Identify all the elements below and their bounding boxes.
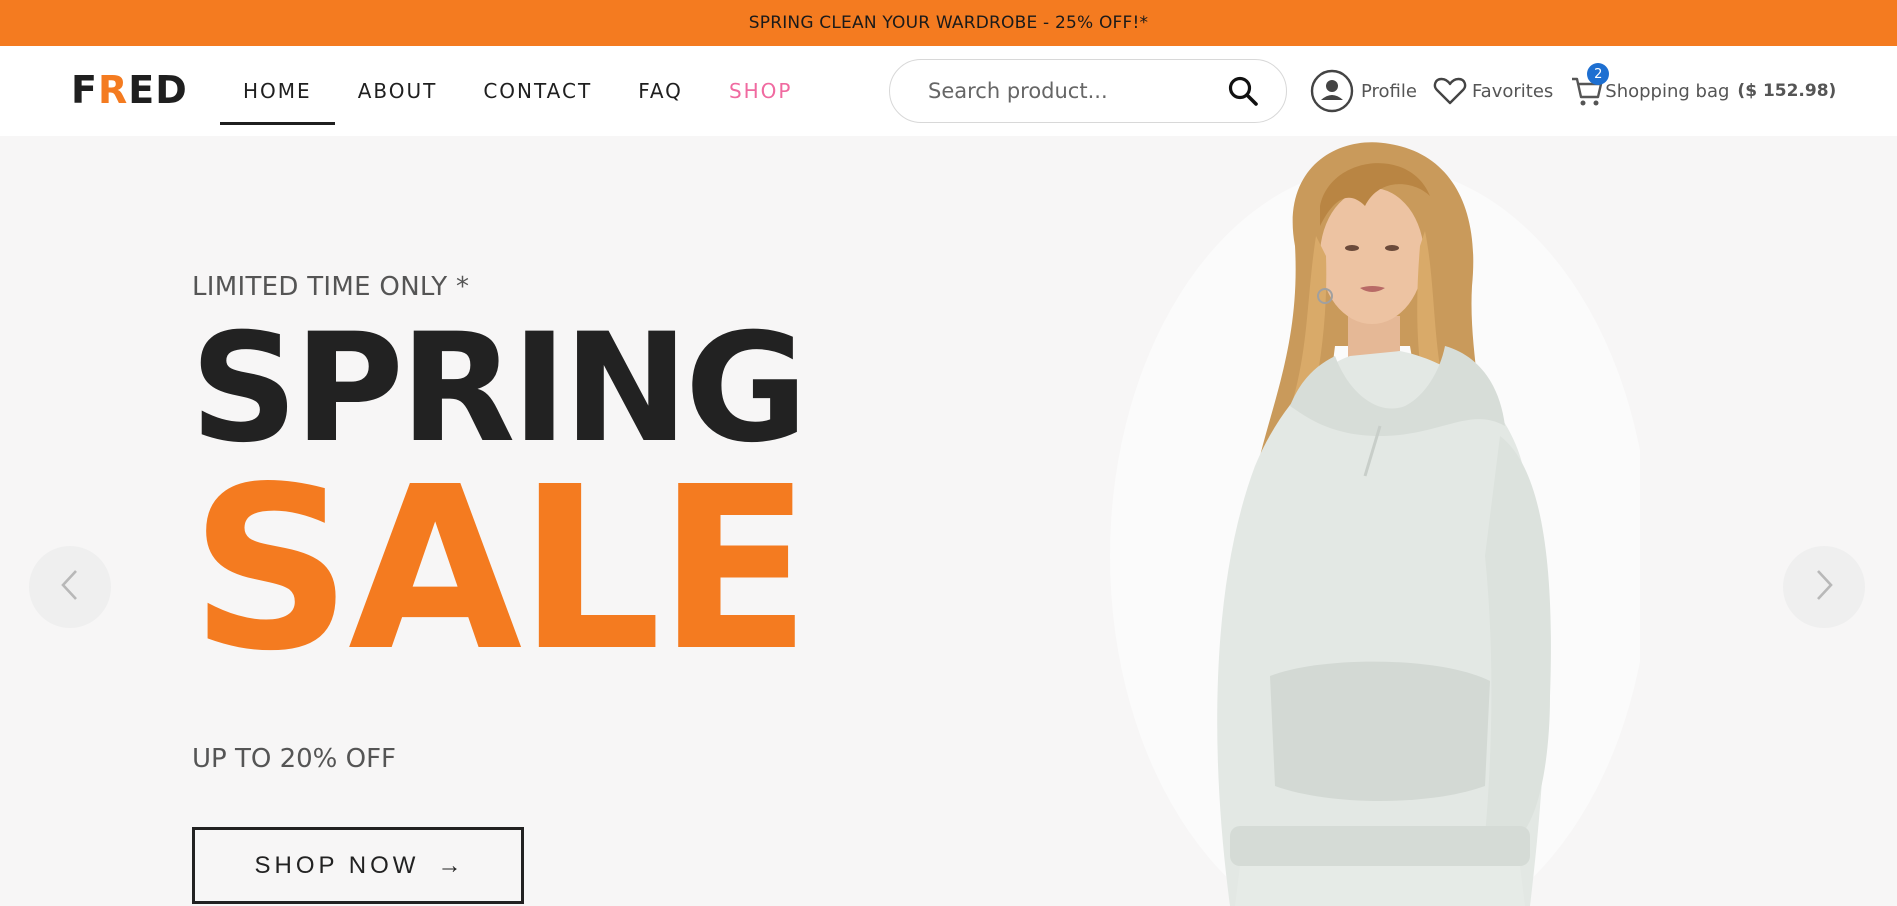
cart-icon: 2	[1569, 63, 1610, 109]
hero-banner: LIMITED TIME ONLY * SPRING SALE UP TO 20…	[0, 136, 1897, 906]
profile-label: Profile	[1361, 80, 1417, 102]
nav-item-about[interactable]: ABOUT	[335, 46, 461, 136]
favorites-label: Favorites	[1471, 80, 1554, 102]
chevron-left-icon	[58, 568, 82, 606]
search-icon[interactable]	[1226, 74, 1260, 108]
logo[interactable]: FRED	[71, 68, 188, 112]
hero-kicker: LIMITED TIME ONLY *	[192, 272, 470, 302]
chevron-right-icon	[1812, 568, 1836, 606]
favorites-link[interactable]: Favorites	[1433, 75, 1553, 107]
logo-part-1: F	[71, 68, 98, 112]
carousel-prev-button[interactable]	[29, 546, 111, 628]
account-links: Profile Favorites 2 Shopping bag ($ 152.…	[1310, 63, 1837, 114]
shop-now-label: SHOP NOW	[254, 851, 420, 879]
logo-part-2: R	[97, 68, 129, 112]
user-icon	[1310, 69, 1354, 113]
profile-link[interactable]: Profile	[1310, 69, 1417, 113]
nav-item-home[interactable]: HOME	[220, 46, 335, 136]
hero-headline-2: SALE	[190, 439, 811, 701]
heart-icon	[1433, 75, 1467, 107]
site-header: FRED HOME ABOUT CONTACT FAQ SHOP Profile…	[0, 46, 1897, 136]
hero-model-image	[1080, 136, 1650, 906]
nav-item-contact[interactable]: CONTACT	[460, 46, 615, 136]
main-nav: HOME ABOUT CONTACT FAQ SHOP	[220, 46, 815, 136]
logo-part-3: ED	[128, 68, 188, 112]
hero-subtext: UP TO 20% OFF	[192, 744, 397, 774]
carousel-next-button[interactable]	[1783, 546, 1865, 628]
search-box	[889, 59, 1287, 123]
promo-banner: SPRING CLEAN YOUR WARDROBE - 25% OFF!*	[0, 0, 1897, 46]
shopping-bag-label: Shopping bag	[1605, 80, 1730, 102]
bag-total: ($ 152.98)	[1737, 81, 1837, 101]
search-input[interactable]	[928, 79, 1226, 103]
shopping-bag-link[interactable]: 2 Shopping bag ($ 152.98)	[1569, 63, 1837, 109]
nav-item-shop[interactable]: SHOP	[706, 46, 816, 136]
arrow-right-icon: →	[437, 851, 462, 879]
promo-text: SPRING CLEAN YOUR WARDROBE - 25% OFF!*	[748, 13, 1149, 33]
nav-item-faq[interactable]: FAQ	[615, 46, 706, 136]
shop-now-button[interactable]: SHOP NOW →	[192, 827, 524, 904]
